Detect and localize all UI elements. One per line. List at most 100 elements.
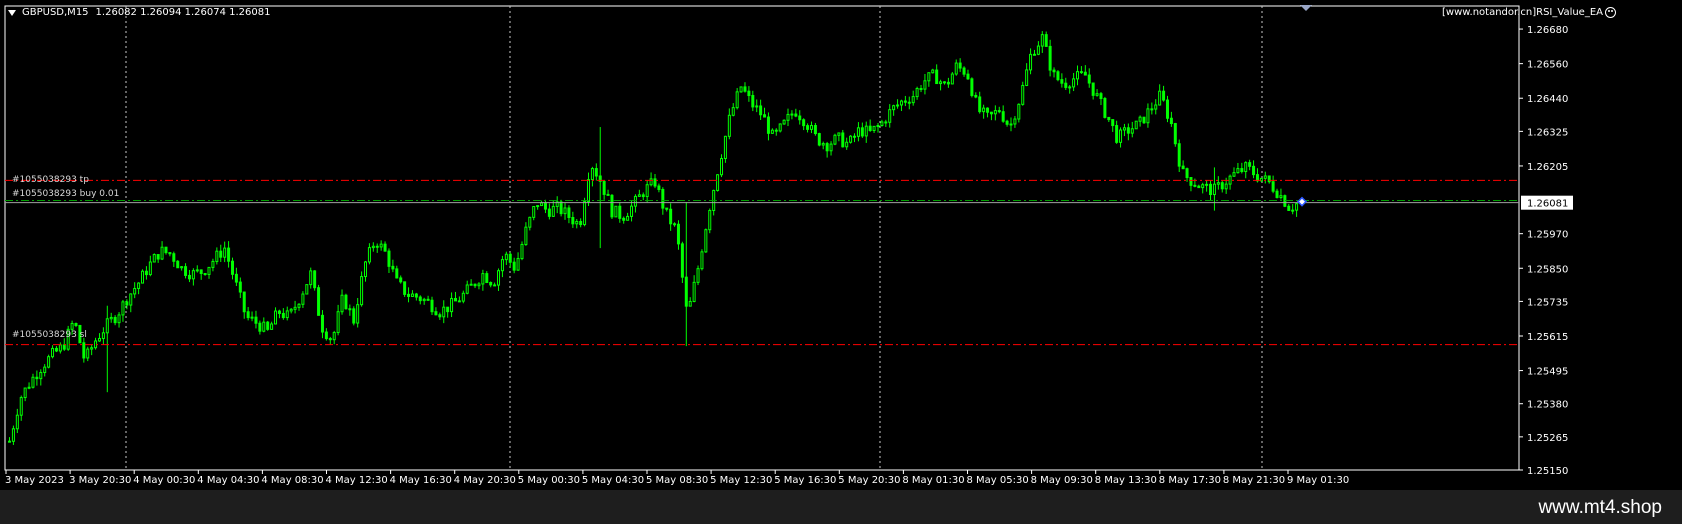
- candle-body-bull: [336, 311, 340, 334]
- candle-body-bull: [207, 266, 211, 275]
- candle-body-bull: [1068, 86, 1072, 89]
- candle-body-bull: [58, 344, 62, 352]
- candle-body-bear: [1252, 165, 1256, 176]
- candle-body-bear: [1177, 143, 1181, 167]
- y-tick-label: 1.26560: [1527, 60, 1568, 71]
- candle-body-bear: [438, 314, 442, 318]
- candle-body-bear: [1091, 82, 1095, 96]
- candle-body-bear: [966, 73, 970, 80]
- candle-body-bull: [993, 110, 997, 115]
- x-tick-label: 8 May 13:30: [1095, 475, 1157, 486]
- candle-body-bear: [266, 321, 270, 330]
- candle-body-bear: [579, 221, 583, 226]
- candle-body-bear: [763, 114, 767, 118]
- candle-body-bear: [743, 86, 747, 92]
- symbol-header: GBPUSD,M15 1.26082 1.26094 1.26074 1.260…: [8, 7, 271, 18]
- candle-body-bear: [62, 344, 66, 350]
- candle-body-bear: [1193, 184, 1197, 187]
- candle-body-bear: [391, 265, 395, 270]
- candle-body-bull: [450, 298, 454, 313]
- candle-body-bear: [594, 168, 598, 177]
- x-tick-label: 5 May 12:30: [710, 475, 772, 486]
- candle-body-bull: [520, 243, 524, 260]
- candle-body-bull: [270, 323, 274, 330]
- candle-body-bear: [489, 281, 493, 286]
- candle-body-bull: [778, 123, 782, 132]
- candle-body-bull: [645, 184, 649, 198]
- candle-body-bear: [352, 308, 356, 324]
- candle-body-bull: [782, 119, 786, 125]
- candle-body-bear: [1209, 183, 1213, 196]
- candle-body-bear: [1083, 71, 1087, 76]
- candle-body-bear: [641, 194, 645, 198]
- candle-body-bull: [461, 292, 465, 302]
- candle-body-bull: [739, 86, 743, 93]
- candle-body-bear: [919, 88, 923, 91]
- chart-shift-marker[interactable]: [1300, 5, 1312, 11]
- candle-body-bull: [528, 216, 532, 228]
- x-tick-label: 5 May 08:30: [646, 475, 708, 486]
- candle-body-bull: [109, 316, 113, 320]
- candle-body-bear: [493, 284, 497, 287]
- candle-body-bull: [931, 69, 935, 74]
- candle-body-bear: [997, 110, 1001, 113]
- candle-body-bull: [1216, 182, 1220, 185]
- y-tick-label: 1.26205: [1527, 162, 1568, 173]
- chart-window[interactable]: 1.26680 1.26560 1.26440 1.26325 1.26205 1.259…: [0, 0, 1682, 490]
- candle-body-bull: [876, 124, 880, 127]
- candle-body-bull: [1021, 84, 1025, 105]
- x-tick-label: 3 May 20:30: [69, 475, 131, 486]
- y-tick-label: 1.26680: [1527, 25, 1568, 36]
- dropdown-triangle-icon[interactable]: [8, 9, 16, 16]
- candle-body-bear: [246, 311, 250, 319]
- candle-body-bear: [986, 107, 990, 113]
- candle-body-bull: [700, 251, 704, 270]
- x-tick-label: 4 May 08:30: [261, 475, 323, 486]
- candle-body-bear: [665, 207, 669, 210]
- candle-body-bull: [371, 245, 375, 249]
- candle-body-bear: [156, 254, 160, 260]
- candle-body-bull: [262, 321, 266, 332]
- candle-body-bull: [849, 135, 853, 143]
- candle-body-bull: [829, 143, 833, 152]
- candle-body-bear: [403, 281, 407, 295]
- candle-body-bull: [101, 332, 105, 339]
- candle-body-bull: [1263, 175, 1267, 179]
- candle-body-bull: [927, 72, 931, 82]
- candle-body-bull: [250, 316, 254, 319]
- candle-body-bear: [328, 338, 332, 341]
- candle-body-bull: [1138, 116, 1142, 122]
- candle-body-bull: [1232, 172, 1236, 177]
- candle-body-bull: [630, 205, 634, 217]
- candle-body-bull: [1291, 209, 1295, 212]
- candle-body-bull: [649, 178, 653, 186]
- candle-body-bear: [485, 273, 489, 283]
- y-tick-label: 1.26440: [1527, 94, 1568, 105]
- candle-body-bull: [821, 143, 825, 146]
- y-tick-label: 1.25380: [1527, 400, 1568, 411]
- y-tick-label: 1.25495: [1527, 367, 1568, 378]
- candle-body-bear: [227, 247, 231, 262]
- candle-body-bull: [880, 121, 884, 126]
- candle-body-bear: [54, 347, 58, 352]
- candle-body-bear: [74, 323, 78, 326]
- candle-body-bear: [989, 111, 993, 115]
- candle-body-bull: [637, 194, 641, 197]
- candle-body-bear: [1271, 181, 1275, 192]
- candle-body-bear: [230, 260, 234, 275]
- candle-body-bull: [731, 107, 735, 116]
- price-chart[interactable]: 1.26680 1.26560 1.26440 1.26325 1.26205 1.259…: [0, 0, 1682, 490]
- candle-body-bear: [426, 298, 430, 301]
- candle-body-bear: [543, 202, 547, 210]
- candle-body-bull: [723, 135, 727, 159]
- candle-body-bear: [610, 194, 614, 218]
- candle-body-bear: [907, 101, 911, 104]
- candle-body-bull: [1029, 53, 1033, 71]
- candle-body-bear: [375, 245, 379, 248]
- candle-body-bull: [633, 195, 637, 207]
- candle-body-bear: [680, 243, 684, 278]
- candle-body-bull: [364, 261, 368, 278]
- candle-body-bear: [817, 133, 821, 146]
- candle-body-bull: [1158, 90, 1162, 106]
- candle-body-bull: [285, 310, 289, 319]
